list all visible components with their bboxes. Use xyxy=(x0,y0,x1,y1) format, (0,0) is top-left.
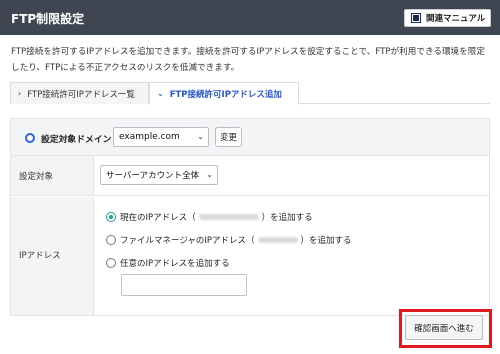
redacted-ip xyxy=(198,214,259,220)
book-icon xyxy=(411,13,421,23)
highlight-box xyxy=(399,309,492,348)
page-title: FTP制限設定 xyxy=(11,12,85,26)
circle-icon xyxy=(25,133,35,143)
page-header: FTP制限設定 関連マニュアル xyxy=(0,0,500,35)
ip-label: IPアドレス xyxy=(19,251,61,261)
tab-ip-add-label: FTP接続許可IPアドレス追加 xyxy=(169,89,282,100)
target-label-cell: 設定対象 xyxy=(11,156,94,195)
tab-ip-list[interactable]: › FTP接続許可IPアドレス一覧 xyxy=(10,82,149,104)
change-button[interactable]: 変更 xyxy=(215,127,242,147)
option-filemanager-ip[interactable]: ファイルマネージャのIPアドレス（ ）を追加する xyxy=(106,234,352,246)
option-filemanager-ip-suffix: ）を追加する xyxy=(300,236,352,246)
chevron-down-icon: ⌄ xyxy=(197,132,204,141)
radio-selected-icon[interactable] xyxy=(106,212,116,222)
radio-icon[interactable] xyxy=(106,258,116,268)
ip-label-cell: IPアドレス xyxy=(11,197,94,315)
option-current-ip-suffix: ）を追加する xyxy=(261,213,313,223)
description-line-1: FTP接続を許可するIPアドレスを追加できます。接続を許可するIPアドレスを設定… xyxy=(11,47,485,57)
radio-icon[interactable] xyxy=(106,235,116,245)
tab-bar: › FTP接続許可IPアドレス一覧 ⌄ FTP接続許可IPアドレス追加 xyxy=(10,82,490,105)
option-filemanager-ip-prefix: ファイルマネージャのIPアドレス（ xyxy=(120,236,255,246)
target-label: 設定対象 xyxy=(19,172,54,182)
option-custom-ip-label: 任意のIPアドレスを追加する xyxy=(120,259,230,269)
description: FTP接続を許可するIPアドレスを追加できます。接続を許可するIPアドレスを設定… xyxy=(11,44,493,76)
option-current-ip-prefix: 現在のIPアドレス（ xyxy=(120,213,196,223)
tab-ip-add[interactable]: ⌄ FTP接続許可IPアドレス追加 xyxy=(149,82,299,105)
redacted-ip xyxy=(257,237,298,243)
domain-select-value: example.com xyxy=(119,132,180,142)
domain-label: 設定対象ドメイン xyxy=(41,135,112,145)
chevron-down-icon: ⌄ xyxy=(157,89,164,98)
ip-row: IPアドレス 現在のIPアドレス（ ）を追加する ファイルマネージャのIPアドレ… xyxy=(11,197,489,315)
description-line-2: したり、FTPによる不正アクセスのリスクを低減できます。 xyxy=(11,63,240,73)
target-select[interactable]: サーバーアカウント全体 ⌄ xyxy=(100,165,218,185)
chevron-down-icon: ⌄ xyxy=(206,170,213,179)
target-row: 設定対象 サーバーアカウント全体 ⌄ xyxy=(11,156,489,196)
related-manual-button[interactable]: 関連マニュアル xyxy=(404,9,491,27)
target-select-value: サーバーアカウント全体 xyxy=(106,171,200,181)
custom-ip-input[interactable] xyxy=(121,274,247,296)
domain-select[interactable]: example.com ⌄ xyxy=(113,127,209,147)
related-manual-label: 関連マニュアル xyxy=(426,14,486,24)
option-custom-ip[interactable]: 任意のIPアドレスを追加する xyxy=(106,257,230,269)
chevron-right-icon: › xyxy=(18,89,22,98)
settings-form: 設定対象 サーバーアカウント全体 ⌄ IPアドレス 現在のIPアドレス（ ）を追… xyxy=(10,156,490,316)
domain-bar: 設定対象ドメイン example.com ⌄ 変更 xyxy=(10,118,490,156)
tab-ip-list-label: FTP接続許可IPアドレス一覧 xyxy=(27,89,135,100)
option-current-ip[interactable]: 現在のIPアドレス（ ）を追加する xyxy=(106,211,313,223)
